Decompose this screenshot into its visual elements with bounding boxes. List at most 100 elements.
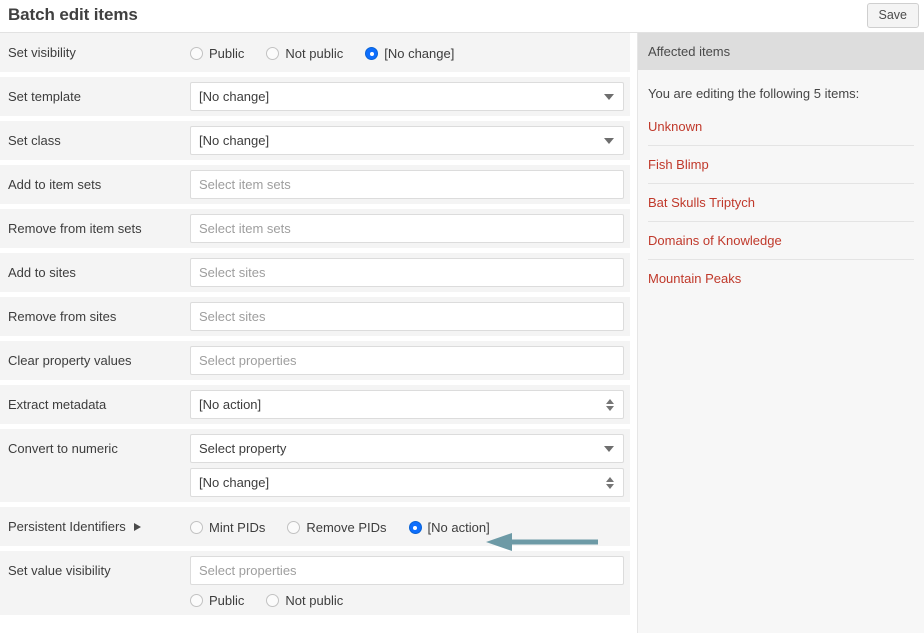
radio-dot-icon[interactable] [266, 47, 280, 60]
field-clear-property-values: Clear property values [0, 341, 630, 380]
field-label-extract-metadata: Extract metadata [8, 397, 107, 412]
radio-dot-icon[interactable] [190, 594, 203, 607]
field-body-convert-to-numeric: Select property [No change] [190, 429, 630, 502]
field-persistent-identifiers: Persistent Identifiers Mint PIDs Remove … [0, 507, 630, 546]
radio-set-visibility-public[interactable]: Public [190, 46, 244, 61]
field-body-set-template: [No change] [190, 77, 630, 116]
field-set-visibility: Set visibility Public Not public [No cha… [0, 33, 630, 72]
set-template-select[interactable]: [No change] [190, 82, 624, 111]
field-body-remove-from-sites [190, 297, 630, 336]
remove-from-sites-input[interactable] [190, 302, 624, 331]
affected-item-link[interactable]: Unknown [648, 119, 702, 134]
triangle-right-icon[interactable] [133, 523, 141, 532]
radio-label: Public [209, 593, 245, 608]
convert-to-numeric-action-value: [No change] [199, 475, 270, 490]
field-label-clear-property-values: Clear property values [8, 353, 132, 368]
field-label-add-to-item-sets: Add to item sets [8, 177, 102, 192]
set-value-visibility-input[interactable] [190, 556, 624, 585]
radio-set-visibility-not-public[interactable]: Not public [266, 46, 343, 61]
select-spinner-icon [606, 476, 614, 489]
affected-item-link[interactable]: Bat Skulls Triptych [648, 195, 755, 210]
save-button[interactable]: Save [866, 3, 919, 29]
field-body-set-class: [No change] [190, 121, 630, 160]
field-set-value-visibility: Set value visibility Public Not public [0, 551, 630, 615]
field-label-add-to-sites: Add to sites [8, 265, 76, 280]
field-remove-from-item-sets: Remove from item sets [0, 209, 630, 248]
field-set-template: Set template [No change] [0, 77, 630, 116]
extract-metadata-value: [No action] [199, 397, 262, 412]
radio-label: Not public [285, 593, 344, 608]
affected-item-link[interactable]: Mountain Peaks [648, 271, 741, 286]
affected-items-note: You are editing the following 5 items: [648, 86, 860, 101]
field-label-remove-from-sites: Remove from sites [8, 309, 117, 324]
chevron-down-icon [604, 445, 614, 452]
field-set-class: Set class [No change] [0, 121, 630, 160]
radio-dot-icon[interactable] [287, 521, 301, 534]
field-label-remove-from-item-sets: Remove from item sets [8, 221, 142, 236]
radio-pid-no-action[interactable]: [No action] [408, 520, 490, 535]
list-item: Unknown [648, 118, 914, 145]
remove-from-item-sets-input[interactable] [190, 214, 624, 243]
field-extract-metadata: Extract metadata [No action] [0, 385, 630, 424]
radio-dot-icon[interactable] [190, 521, 203, 534]
clear-property-values-input[interactable] [190, 346, 624, 375]
convert-to-numeric-action-select[interactable]: [No change] [190, 468, 624, 497]
affected-item-link[interactable]: Domains of Knowledge [648, 233, 782, 248]
convert-to-numeric-property-value: Select property [199, 441, 287, 456]
field-body-extract-metadata: [No action] [190, 385, 630, 424]
field-add-to-sites: Add to sites [0, 253, 630, 292]
field-body-add-to-sites [190, 253, 630, 292]
radio-label: Public [209, 46, 245, 61]
radio-group-persistent-identifiers: Mint PIDs Remove PIDs [No action] [190, 512, 624, 537]
field-label-set-template: Set template [8, 89, 81, 104]
add-to-sites-input[interactable] [190, 258, 624, 287]
field-label-set-class: Set class [8, 133, 61, 148]
affected-items-panel-header: Affected items [638, 33, 924, 70]
radio-label: Not public [285, 46, 344, 61]
radio-label: [No action] [427, 520, 490, 535]
affected-items-list: Unknown Fish Blimp Bat Skulls Triptych D… [648, 118, 914, 297]
radio-pid-mint[interactable]: Mint PIDs [190, 520, 265, 535]
field-body-remove-from-item-sets [190, 209, 630, 248]
page-title: Batch edit items [8, 5, 138, 24]
radio-group-set-value-visibility: Public Not public [190, 585, 624, 610]
chevron-down-icon [604, 137, 614, 144]
list-item: Domains of Knowledge [648, 220, 914, 259]
field-label-set-value-visibility: Set value visibility [8, 563, 111, 578]
convert-to-numeric-property-select[interactable]: Select property [190, 434, 624, 463]
select-spinner-icon [606, 398, 614, 411]
radio-dot-icon[interactable] [190, 47, 203, 60]
radio-dot-icon-selected[interactable] [365, 47, 379, 60]
field-label-set-visibility: Set visibility [8, 45, 76, 60]
chevron-down-icon [604, 93, 614, 100]
field-convert-to-numeric: Convert to numeric Select property [No c… [0, 429, 630, 502]
radio-dot-icon-selected[interactable] [408, 521, 422, 534]
field-label-convert-to-numeric: Convert to numeric [8, 441, 118, 456]
list-item: Fish Blimp [648, 144, 914, 183]
add-to-item-sets-input[interactable] [190, 170, 624, 199]
radio-dot-icon[interactable] [266, 594, 280, 607]
radio-group-set-visibility: Public Not public [No change] [190, 38, 624, 63]
radio-label: Remove PIDs [306, 520, 387, 535]
radio-value-visibility-public[interactable]: Public [190, 593, 244, 608]
affected-items-panel: Affected items You are editing the follo… [637, 33, 924, 633]
set-template-value: [No change] [199, 89, 270, 104]
radio-value-visibility-not-public[interactable]: Not public [266, 593, 343, 608]
set-class-select[interactable]: [No change] [190, 126, 624, 155]
affected-item-link[interactable]: Fish Blimp [648, 157, 709, 172]
field-body-clear-property-values [190, 341, 630, 380]
field-body-set-visibility: Public Not public [No change] [190, 33, 630, 68]
batch-edit-page: Batch edit items Save Set visibility Pub… [0, 0, 924, 633]
field-remove-from-sites: Remove from sites [0, 297, 630, 336]
set-class-value: [No change] [199, 133, 270, 148]
list-item: Mountain Peaks [648, 258, 914, 297]
field-body-set-value-visibility: Public Not public [190, 551, 630, 615]
batch-edit-form: Set visibility Public Not public [No cha… [0, 33, 630, 633]
radio-set-visibility-no-change[interactable]: [No change] [365, 46, 454, 61]
field-body-persistent-identifiers: Mint PIDs Remove PIDs [No action] [190, 507, 630, 542]
radio-pid-remove[interactable]: Remove PIDs [287, 520, 387, 535]
extract-metadata-select[interactable]: [No action] [190, 390, 624, 419]
affected-items-panel-body: You are editing the following 5 items: U… [638, 70, 924, 297]
field-body-add-to-item-sets [190, 165, 630, 204]
radio-label: Mint PIDs [209, 520, 266, 535]
